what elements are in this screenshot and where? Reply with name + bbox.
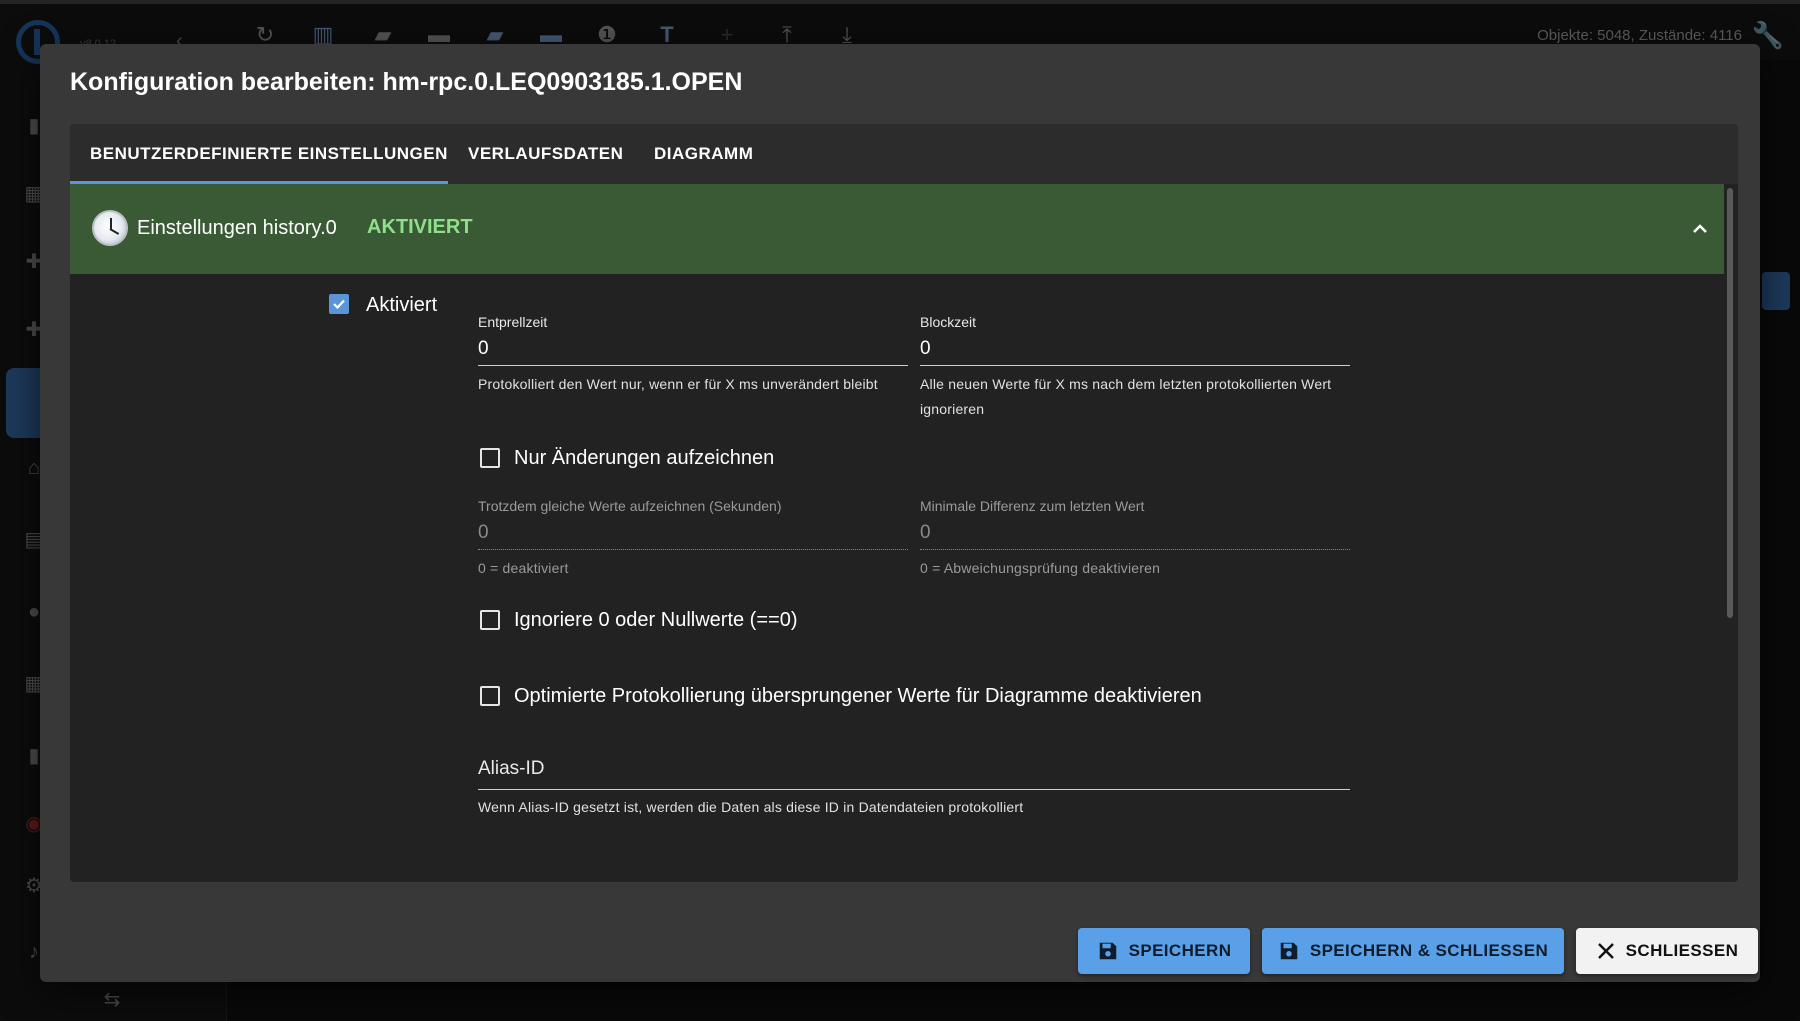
scrollbar[interactable] <box>1727 188 1733 618</box>
save-icon <box>1099 942 1116 960</box>
debounce-helper: Protokolliert den Wert nur, wenn er für … <box>478 376 878 392</box>
tab-custom-settings[interactable]: BENUTZERDEFINIERTE EINSTELLUNGEN <box>70 124 468 184</box>
close-button[interactable]: SCHLIESSEN <box>1576 928 1758 974</box>
block-time-input[interactable] <box>920 332 1350 366</box>
settings-form: Aktiviert Entprellzeit Protokolliert den… <box>70 274 1724 882</box>
alias-id-input[interactable] <box>478 752 1350 790</box>
dialog-content: BENUTZERDEFINIERTE EINSTELLUNGEN VERLAUF… <box>70 124 1738 882</box>
alias-id-helper: Wenn Alias-ID gesetzt ist, werden die Da… <box>478 799 1024 815</box>
block-time-helper-line2: ignorieren <box>920 401 985 417</box>
disable-skipped-checkbox[interactable] <box>480 686 500 706</box>
save-icon <box>1280 942 1298 960</box>
same-values-helper: 0 = deaktiviert <box>478 560 569 576</box>
block-time-helper-line1: Alle neuen Werte für X ms nach dem letzt… <box>920 376 1332 392</box>
debounce-input[interactable] <box>478 332 908 366</box>
changes-only-checkbox[interactable] <box>480 448 500 468</box>
debounce-label: Entprellzeit <box>478 314 548 330</box>
min-diff-input[interactable] <box>920 516 1350 550</box>
close-icon <box>1597 943 1614 959</box>
disable-skipped-label[interactable]: Optimierte Protokollierung übersprungene… <box>514 685 1202 708</box>
close-button-label: SCHLIESSEN <box>1625 941 1739 960</box>
block-time-label: Blockzeit <box>920 314 977 330</box>
save-button[interactable]: SPEICHERN <box>1078 928 1250 974</box>
dialog-title: Konfiguration bearbeiten: hm-rpc.0.LEQ09… <box>70 68 743 96</box>
history-adapter-icon <box>92 210 128 246</box>
edit-config-dialog: Konfiguration bearbeiten: hm-rpc.0.LEQ09… <box>40 44 1760 982</box>
enabled-label[interactable]: Aktiviert <box>366 294 437 317</box>
save-close-button[interactable]: SPEICHERN & SCHLIESSEN <box>1262 928 1564 974</box>
save-close-button-label: SPEICHERN & SCHLIESSEN <box>1309 941 1549 960</box>
ignore-zero-label[interactable]: Ignoriere 0 oder Nullwerte (==0) <box>514 609 797 632</box>
enabled-checkbox[interactable] <box>329 294 349 314</box>
panel-title: Einstellungen history.0 <box>137 217 337 239</box>
same-values-label: Trotzdem gleiche Werte aufzeichnen (Seku… <box>478 498 782 514</box>
min-diff-helper: 0 = Abweichungsprüfung deaktivieren <box>920 560 1161 576</box>
tab-history-data[interactable]: VERLAUFSDATEN <box>448 124 643 184</box>
save-button-label: SPEICHERN <box>1128 941 1232 960</box>
min-diff-label: Minimale Differenz zum letzten Wert <box>920 498 1145 514</box>
chevron-up-icon[interactable] <box>1688 217 1712 241</box>
checkmark-icon <box>333 299 345 310</box>
tab-bar: BENUTZERDEFINIERTE EINSTELLUNGEN VERLAUF… <box>70 124 1738 184</box>
tab-chart[interactable]: DIAGRAMM <box>634 124 773 184</box>
changes-only-label[interactable]: Nur Änderungen aufzeichnen <box>514 447 774 470</box>
history-settings-panel-header[interactable]: Einstellungen history.0 AKTIVIERT <box>70 184 1724 274</box>
panel-status-badge: AKTIVIERT <box>367 216 473 238</box>
same-values-input[interactable] <box>478 516 908 550</box>
ignore-zero-checkbox[interactable] <box>480 610 500 630</box>
